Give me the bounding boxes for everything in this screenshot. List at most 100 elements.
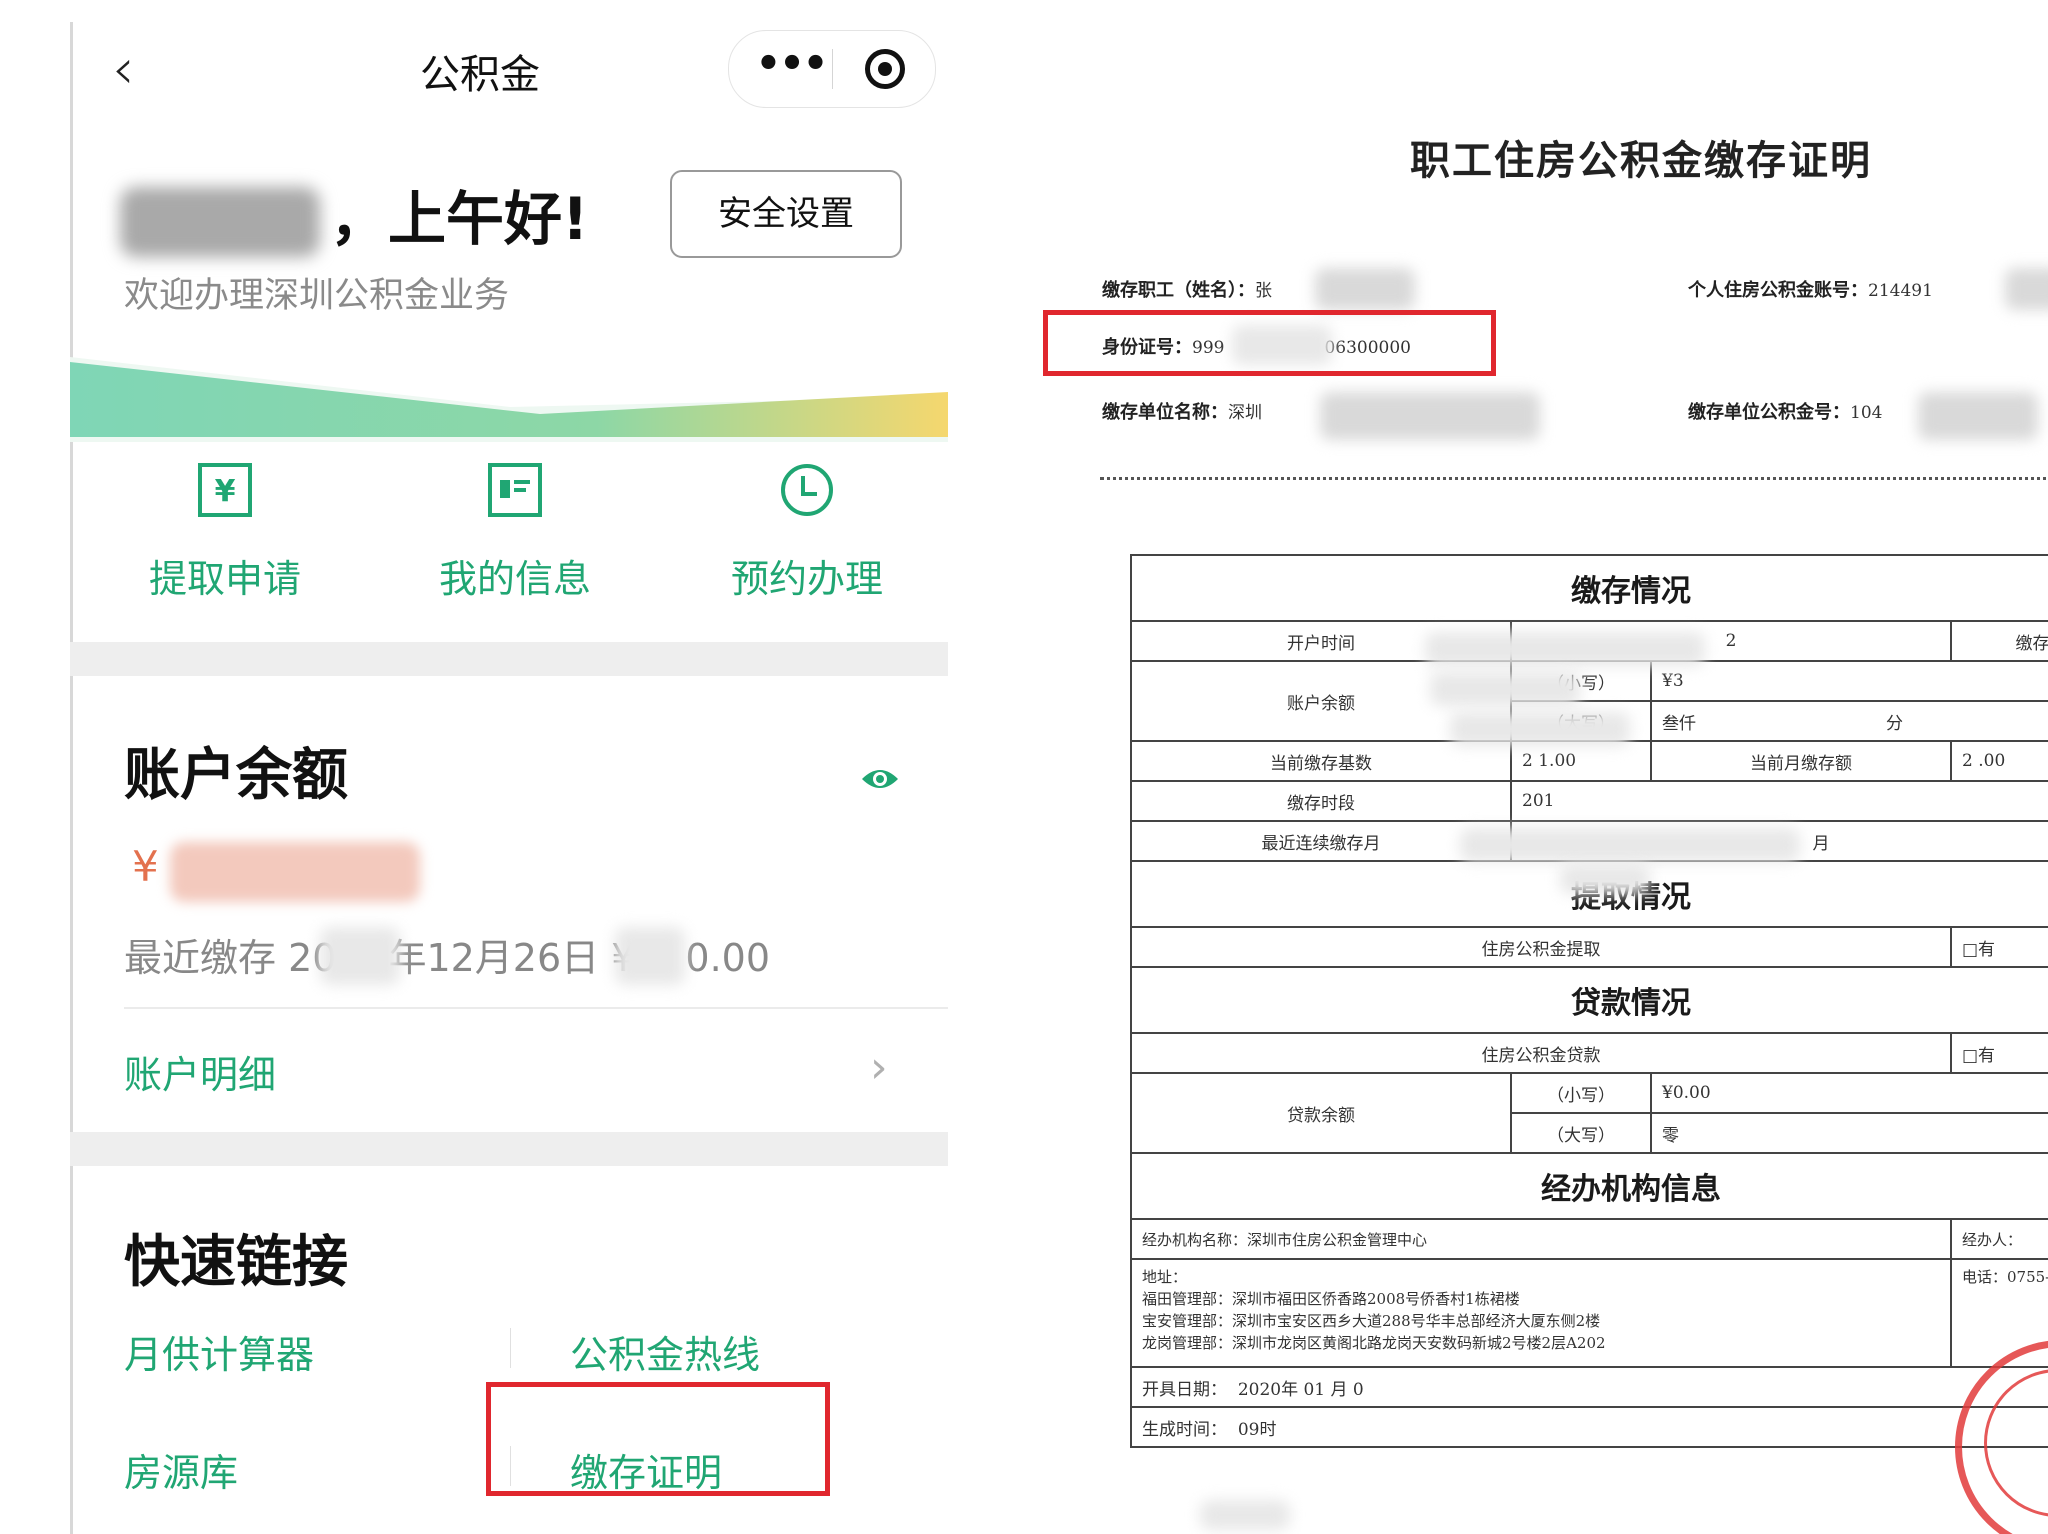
back-chevron-icon[interactable]: ‹ bbox=[112, 42, 134, 98]
section-gap bbox=[70, 1132, 948, 1166]
issue-value: 2020年 01 月 0 bbox=[1237, 1379, 1364, 1400]
cell-withdraw: 住房公积金提取 bbox=[1130, 926, 1952, 968]
field-unit-name: 缴存单位名称：深圳 bbox=[1102, 398, 1262, 424]
field-label: 缴存职工（姓名）： bbox=[1102, 280, 1255, 301]
certificate-title: 职工住房公积金缴存证明 bbox=[1410, 137, 1872, 184]
cell-handler: 经办人： bbox=[1950, 1218, 2048, 1260]
field-value: 104 bbox=[1850, 403, 1883, 423]
cell-base-label: 当前缴存基数 bbox=[1130, 740, 1512, 782]
address-line: 福田管理部：深圳市福田区侨香路2008号侨香村1栋裙楼 bbox=[1142, 1290, 1520, 1308]
security-settings-button[interactable]: 安全设置 bbox=[670, 170, 902, 258]
quick-action-withdraw[interactable]: ¥ 提取申请 bbox=[100, 462, 350, 603]
nav-title: 公积金 bbox=[420, 52, 540, 98]
section-deposit: 缴存情况 bbox=[1130, 554, 2048, 622]
svg-text:¥: ¥ bbox=[215, 474, 236, 509]
redaction-blur bbox=[1430, 672, 1580, 706]
quick-links-title: 快速链接 bbox=[124, 1230, 348, 1295]
quick-action-label: 我的信息 bbox=[438, 557, 591, 601]
eye-icon[interactable] bbox=[860, 765, 900, 793]
cell-issue-date: 开具日期： 2020年 01 月 0 bbox=[1130, 1366, 2048, 1408]
account-detail-link[interactable]: 账户明细 bbox=[124, 1044, 276, 1099]
quick-link-housing-listings[interactable]: 房源库 bbox=[124, 1442, 238, 1497]
cell-small-label: （小写） bbox=[1510, 1072, 1652, 1114]
redaction-blur bbox=[615, 927, 685, 985]
field-unit-account: 缴存单位公积金号：104 bbox=[1688, 398, 1882, 424]
cell-loan-balance-label: 贷款余额 bbox=[1130, 1072, 1512, 1154]
chevron-right-icon[interactable]: › bbox=[870, 1042, 888, 1093]
address-line: 龙岗管理部：深圳市龙岗区黄阁北路龙岗天安数码新城2号楼2层A202 bbox=[1142, 1334, 1606, 1352]
redaction-blur bbox=[1200, 1500, 1290, 1530]
redaction-blur bbox=[1918, 392, 2038, 440]
user-name-redacted bbox=[120, 187, 320, 257]
section-gap bbox=[70, 642, 948, 676]
recent-prefix: 最近缴存 20 bbox=[124, 936, 337, 980]
quick-link-hotline[interactable]: 公积金热线 bbox=[570, 1324, 760, 1379]
cell-monthly-value: 2 .00 bbox=[1950, 740, 2048, 782]
cell-loan-has: □有 bbox=[1950, 1032, 2048, 1074]
cell-generated-time: 生成时间： 09时 bbox=[1130, 1406, 2048, 1448]
cell-loan-big: 零 bbox=[1650, 1112, 2048, 1154]
redaction-blur bbox=[2005, 268, 2048, 310]
cell-period-value: 201 bbox=[1510, 780, 2048, 822]
greeting-text: ，上午好! bbox=[330, 185, 589, 253]
cell-monthly-label: 当前月缴存额 bbox=[1650, 740, 1952, 782]
clock-icon bbox=[781, 464, 833, 516]
redaction-blur bbox=[1315, 268, 1415, 310]
banner-wave bbox=[70, 357, 948, 442]
cell-loan: 住房公积金贷款 bbox=[1130, 1032, 1952, 1074]
redaction-blur bbox=[1320, 392, 1540, 440]
recent-mid: 年12月26日 ¥ bbox=[388, 936, 636, 980]
address-title: 地址： bbox=[1142, 1268, 1188, 1286]
balance-currency: ¥ bbox=[132, 842, 159, 891]
cell-withdraw-has: □有 bbox=[1950, 926, 2048, 968]
capsule-divider bbox=[832, 49, 833, 89]
balance-amount-redacted bbox=[170, 842, 420, 902]
field-value: 张 bbox=[1255, 281, 1272, 301]
cell-agency-name: 经办机构名称：深圳市住房公积金管理中心 bbox=[1130, 1218, 1952, 1260]
section-agency: 经办机构信息 bbox=[1130, 1152, 2048, 1220]
field-label: 缴存单位名称： bbox=[1102, 402, 1228, 423]
gen-label: 生成时间： bbox=[1142, 1419, 1227, 1440]
highlight-box bbox=[486, 1382, 830, 1496]
id-card-icon bbox=[488, 463, 542, 517]
welcome-text: 欢迎办理深圳公积金业务 bbox=[124, 276, 510, 316]
quick-action-label: 提取申请 bbox=[148, 557, 301, 601]
balance-big-text: 叁仟 bbox=[1662, 713, 1696, 734]
quick-link-mortgage-calculator[interactable]: 月供计算器 bbox=[124, 1324, 314, 1379]
field-value: 214491 bbox=[1868, 281, 1933, 301]
cell-status-label: 缴存状 bbox=[1950, 620, 2048, 662]
address-line: 宝安管理部：深圳市宝安区西乡大道288号华丰总部经济大厦东侧2楼 bbox=[1142, 1312, 1601, 1330]
balance-big-tail: 分 bbox=[1886, 713, 1903, 734]
record-close-icon[interactable] bbox=[865, 49, 905, 89]
cell-address: 地址： 福田管理部：深圳市福田区侨香路2008号侨香村1栋裙楼 宝安管理部：深圳… bbox=[1130, 1258, 1952, 1368]
quick-action-my-info[interactable]: 我的信息 bbox=[390, 462, 640, 603]
gen-value: 09时 bbox=[1237, 1419, 1277, 1440]
dotted-separator bbox=[1100, 477, 2048, 480]
mini-program-screen: ‹ 公积金 ••• ，上午好! 安全设置 欢迎办理深圳公积金业务 ¥ 提取申请 bbox=[70, 22, 948, 1534]
redaction-blur bbox=[1425, 632, 1705, 666]
recent-suffix: 0.00 bbox=[685, 936, 771, 980]
deposit-certificate: 职工住房公积金缴存证明 缴存职工（姓名）：张 个人住房公积金账号：214491 … bbox=[1020, 0, 2048, 1534]
redaction-blur bbox=[1560, 864, 1650, 894]
cell-balance-small: ¥3 bbox=[1650, 660, 2048, 702]
cell-big-label: （大写） bbox=[1510, 1112, 1652, 1154]
cell-period-label: 缴存时段 bbox=[1130, 780, 1512, 822]
quick-action-label: 预约办理 bbox=[730, 557, 883, 601]
field-name: 缴存职工（姓名）：张 bbox=[1102, 276, 1272, 302]
cell-loan-small: ¥0.00 bbox=[1650, 1072, 2048, 1114]
quick-link-divider bbox=[510, 1328, 511, 1368]
divider bbox=[124, 1007, 948, 1009]
cell-base-value: 2 1.00 bbox=[1510, 740, 1652, 782]
highlight-box bbox=[1043, 310, 1496, 376]
field-value: 深圳 bbox=[1228, 403, 1262, 423]
issue-label: 开具日期： bbox=[1142, 1379, 1227, 1400]
field-label: 缴存单位公积金号： bbox=[1688, 402, 1850, 423]
cell-recent-label: 最近连续缴存月 bbox=[1130, 820, 1512, 862]
quick-action-appointment[interactable]: 预约办理 bbox=[682, 462, 932, 603]
panel-edge bbox=[70, 22, 73, 1534]
redaction-blur bbox=[1460, 828, 1800, 862]
capsule-menu: ••• bbox=[728, 30, 936, 108]
field-label: 个人住房公积金账号： bbox=[1688, 280, 1868, 301]
more-menu-icon[interactable]: ••• bbox=[753, 41, 829, 87]
cell-balance-big: 叁仟 分 bbox=[1650, 700, 2048, 742]
